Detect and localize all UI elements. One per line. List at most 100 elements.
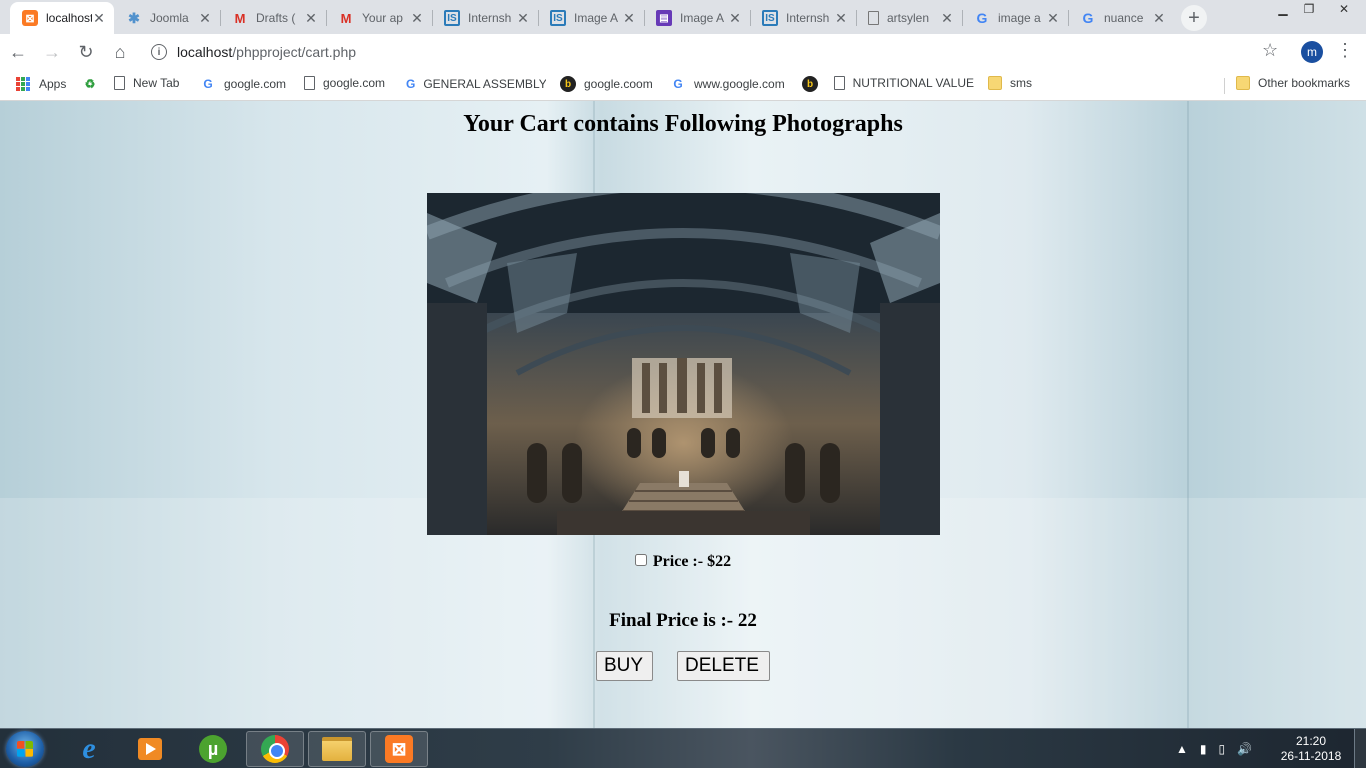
bookmark-label: NUTRITIONAL VALUE xyxy=(852,76,974,90)
close-icon[interactable]: ✕ xyxy=(940,10,954,27)
window-controls: ▁ ❐ ✕ xyxy=(1270,0,1366,18)
tab-cart[interactable]: ⊠ localhost/phpproject/cart.php ✕ xyxy=(10,2,114,34)
page-icon xyxy=(868,11,879,25)
bookmark-apps[interactable]: Apps xyxy=(15,76,66,92)
reload-icon[interactable]: ↻ xyxy=(70,36,102,68)
tab-title: image a xyxy=(998,11,1041,25)
system-tray: ▲ ▮ ▯ 🔊 xyxy=(1176,729,1264,768)
bookmark-new-tab[interactable]: New Tab xyxy=(114,76,179,90)
bookmark-google-2[interactable]: google.com xyxy=(304,76,385,90)
tab-title: Internsh xyxy=(468,11,512,25)
bookmark-label: google.coom xyxy=(584,77,653,91)
google-icon: G xyxy=(406,77,416,91)
photo-museum-hall xyxy=(427,193,940,535)
taskbar-chrome[interactable] xyxy=(246,731,304,767)
volume-icon[interactable]: 🔊 xyxy=(1237,742,1252,756)
clock-time: 21:20 xyxy=(1295,734,1327,748)
tab-image-a-2[interactable]: ▤ Image A ✕ xyxy=(644,2,750,34)
start-button[interactable] xyxy=(6,731,44,767)
tab-joomla[interactable]: ✱ Joomla ✕ xyxy=(114,2,220,34)
other-bookmarks[interactable]: Other bookmarks xyxy=(1236,76,1350,90)
profile-avatar[interactable]: m xyxy=(1301,41,1323,63)
taskbar-internet-explorer[interactable]: e xyxy=(60,731,118,767)
tab-title: Image A xyxy=(574,11,619,25)
back-icon[interactable]: ← xyxy=(2,36,34,68)
bookmark-sms-folder[interactable]: sms xyxy=(988,76,1032,90)
more-menu-icon[interactable]: ⋮ xyxy=(1336,40,1354,61)
bookmark-google-coom[interactable]: b google.coom xyxy=(560,76,653,92)
tab-strip: ⊠ localhost/phpproject/cart.php ✕ ✱ Joom… xyxy=(0,0,1366,34)
bookmark-label: google.com xyxy=(323,76,386,90)
internshala-icon: IS xyxy=(762,10,778,26)
tab-nuance[interactable]: G nuance ✕ xyxy=(1068,2,1174,34)
bookmark-label: google.com xyxy=(224,77,287,91)
tab-internshala-1[interactable]: IS Internsh ✕ xyxy=(432,2,538,34)
taskbar-media-player[interactable] xyxy=(121,731,179,767)
bookmark-label: GENERAL ASSEMBLY xyxy=(423,77,546,91)
close-icon[interactable]: ✕ xyxy=(728,10,742,27)
close-icon[interactable]: ✕ xyxy=(1046,10,1060,27)
tab-title: Drafts ( xyxy=(256,11,296,25)
final-price: Final Price is :- 22 xyxy=(609,610,757,631)
close-icon[interactable]: ✕ xyxy=(516,10,530,27)
bookmark-www-google[interactable]: G www.google.com xyxy=(670,76,784,92)
taskbar-utorrent[interactable]: µ xyxy=(184,731,242,767)
show-desktop-button[interactable] xyxy=(1354,729,1366,768)
bookmarks-bar: Apps ♻ New Tab G google.com google.com G… xyxy=(0,70,1366,101)
close-icon[interactable]: ✕ xyxy=(304,10,318,27)
tab-artsylen[interactable]: artsylen ✕ xyxy=(856,2,962,34)
tab-image-search[interactable]: G image a ✕ xyxy=(962,2,1068,34)
image-icon: ▤ xyxy=(656,10,672,26)
battery-icon[interactable]: ▯ xyxy=(1219,742,1226,756)
info-icon[interactable]: i xyxy=(151,44,167,60)
new-tab-button[interactable]: + xyxy=(1181,5,1207,31)
bookmark-label: Other bookmarks xyxy=(1258,76,1351,90)
page-icon xyxy=(114,76,125,90)
windows-taskbar: e µ ⊠ ▲ ▮ ▯ 🔊 21:20 26-11-2018 xyxy=(0,728,1366,768)
close-icon[interactable]: ✕ xyxy=(92,10,106,27)
close-icon[interactable]: ✕ xyxy=(198,10,212,27)
home-icon[interactable]: ⌂ xyxy=(104,36,136,68)
restore-icon[interactable]: ❐ xyxy=(1296,0,1322,18)
internshala-icon: IS xyxy=(550,10,566,26)
show-hidden-icons-icon[interactable]: ▲ xyxy=(1176,742,1188,756)
folder-icon xyxy=(1236,76,1250,90)
bookmark-star-icon[interactable]: ☆ xyxy=(1262,40,1278,61)
google-icon: G xyxy=(976,10,988,26)
tab-drafts[interactable]: M Drafts ( ✕ xyxy=(220,2,326,34)
bookmark-general-assembly[interactable]: G GENERAL ASSEMBLY xyxy=(406,76,546,92)
taskbar-xampp[interactable]: ⊠ xyxy=(370,731,428,767)
taskbar-file-explorer[interactable] xyxy=(308,731,366,767)
tab-image-a-1[interactable]: IS Image A ✕ xyxy=(538,2,644,34)
bookmarks-divider xyxy=(1224,78,1225,94)
price-row: Price :- $22 xyxy=(0,553,1366,571)
minimize-icon[interactable]: ▁ xyxy=(1270,0,1296,18)
bing-icon: b xyxy=(802,76,818,92)
close-icon[interactable]: ✕ xyxy=(410,10,424,27)
google-icon: G xyxy=(203,77,213,91)
bookmark-nutritional-value[interactable]: NUTRITIONAL VALUE xyxy=(834,76,974,90)
close-window-icon[interactable]: ✕ xyxy=(1322,0,1366,18)
page-icon xyxy=(304,76,315,90)
internshala-icon: IS xyxy=(444,10,460,26)
address-bar[interactable]: i localhost/phpproject/cart.php xyxy=(140,38,1290,66)
cart-actions: BUY DELETE xyxy=(596,651,770,681)
tab-your-app[interactable]: M Your ap ✕ xyxy=(326,2,432,34)
bookmark-bing[interactable]: b xyxy=(802,76,826,92)
tab-internshala-2[interactable]: IS Internsh ✕ xyxy=(750,2,856,34)
forward-icon[interactable]: → xyxy=(36,36,68,68)
delete-button[interactable]: DELETE xyxy=(677,651,770,681)
close-icon[interactable]: ✕ xyxy=(1152,10,1166,27)
close-icon[interactable]: ✕ xyxy=(622,10,636,27)
google-icon: G xyxy=(673,77,683,91)
select-photo-checkbox[interactable] xyxy=(634,554,647,566)
clock[interactable]: 21:20 26-11-2018 xyxy=(1276,734,1346,764)
media-player-icon xyxy=(138,738,162,760)
url-host: localhost xyxy=(177,44,233,60)
bookmark-google-1[interactable]: G google.com xyxy=(200,76,286,92)
cart-photo xyxy=(427,193,940,535)
close-icon[interactable]: ✕ xyxy=(834,10,848,27)
bookmark-recycle[interactable]: ♻ xyxy=(82,76,106,92)
network-icon[interactable]: ▮ xyxy=(1200,742,1207,756)
buy-button[interactable]: BUY xyxy=(596,651,653,681)
